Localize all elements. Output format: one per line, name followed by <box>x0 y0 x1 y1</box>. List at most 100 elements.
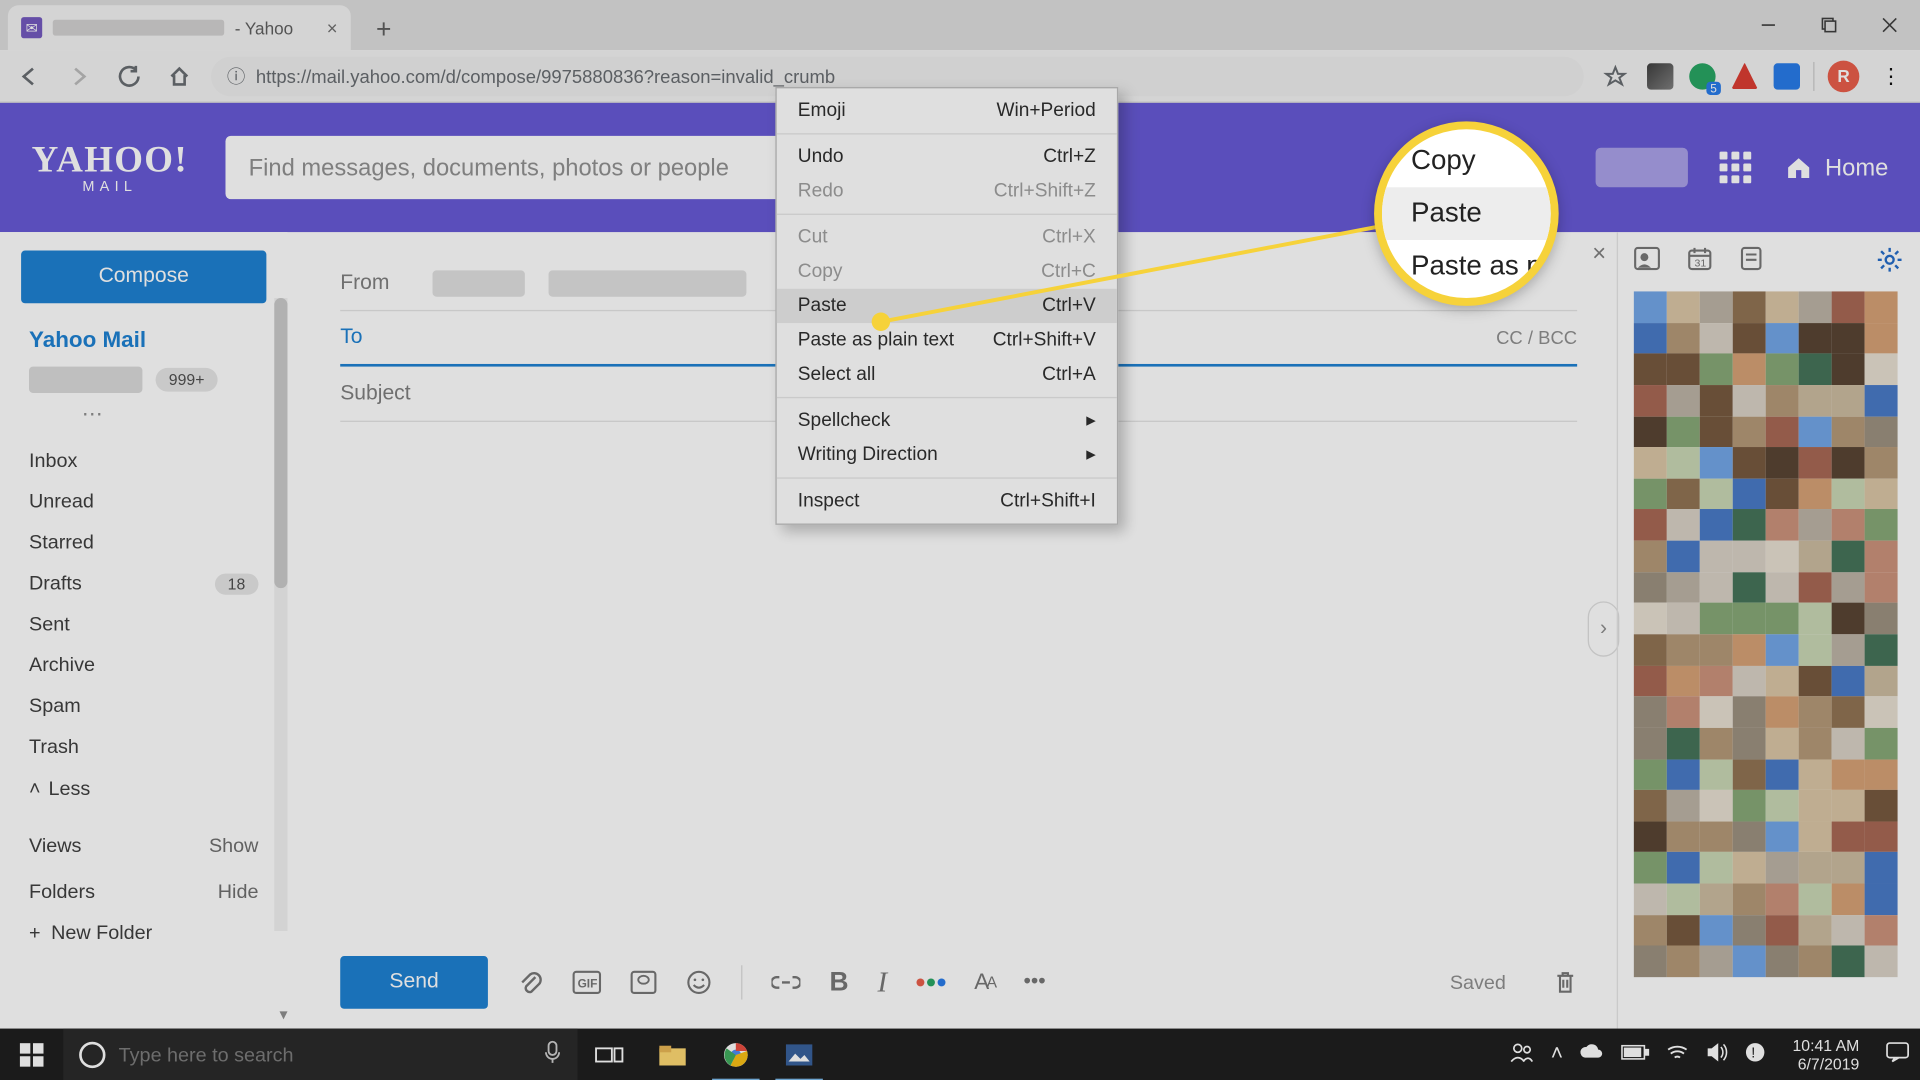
home-icon <box>1783 152 1815 184</box>
contacts-icon[interactable] <box>1634 247 1660 277</box>
mic-icon[interactable] <box>543 1040 561 1070</box>
maximize-button[interactable] <box>1799 0 1860 50</box>
sidebar: Compose Yahoo Mail 999+ ⋯ Inbox Unread S… <box>0 232 287 1028</box>
folder-inbox[interactable]: Inbox <box>29 440 258 481</box>
chrome-icon[interactable] <box>704 1029 767 1080</box>
cc-bcc-toggle[interactable]: CC / BCC <box>1496 327 1577 348</box>
account-more-icon[interactable]: ⋯ <box>82 401 259 427</box>
ad-image-redacted <box>1634 291 1898 977</box>
taskbar-search[interactable] <box>63 1029 577 1080</box>
chrome-menu-button[interactable]: ⋮ <box>1873 57 1910 94</box>
browser-tab[interactable]: ✉ - Yahoo × <box>8 5 351 50</box>
sidebar-scrollbar[interactable] <box>274 298 287 931</box>
send-button[interactable]: Send <box>340 956 488 1009</box>
browser-tabstrip: ✉ - Yahoo × + <box>0 0 1920 50</box>
bookmark-star-icon[interactable] <box>1597 57 1634 94</box>
emoji-icon[interactable] <box>686 969 712 995</box>
folders-hide[interactable]: Hide <box>218 881 259 903</box>
home-button[interactable] <box>161 57 198 94</box>
wifi-icon[interactable] <box>1666 1042 1690 1067</box>
calendar-icon[interactable]: 31 <box>1687 245 1713 278</box>
new-folder-button[interactable]: +New Folder <box>29 903 258 962</box>
start-button[interactable] <box>0 1029 63 1080</box>
expand-right-icon[interactable]: › <box>1588 601 1620 656</box>
close-compose-icon[interactable]: × <box>1592 240 1606 268</box>
photos-icon[interactable] <box>767 1029 830 1080</box>
task-view-icon[interactable] <box>578 1029 641 1080</box>
folder-sent[interactable]: Sent <box>29 604 258 645</box>
gif-icon[interactable]: GIF <box>572 971 601 995</box>
extension-icon[interactable] <box>1731 63 1757 89</box>
new-tab-button[interactable]: + <box>364 11 404 51</box>
tab-title-suffix: - Yahoo <box>235 18 293 38</box>
separator <box>741 965 742 999</box>
account-avatar-redacted[interactable] <box>1596 148 1688 188</box>
taskbar-clock[interactable]: 10:41 AM 6/7/2019 <box>1782 1036 1870 1073</box>
extension-icon[interactable] <box>1774 63 1800 89</box>
mail-favicon: ✉ <box>21 17 42 38</box>
folder-archive[interactable]: Archive <box>29 645 258 686</box>
apps-grid-icon[interactable] <box>1720 152 1752 184</box>
site-info-icon[interactable]: ⓘ <box>227 63 245 89</box>
plus-icon: + <box>29 922 41 944</box>
taskbar-search-input[interactable] <box>119 1044 530 1066</box>
italic-icon[interactable]: I <box>878 965 888 999</box>
context-menu-item[interactable]: Select allCtrl+A <box>777 357 1117 391</box>
back-button[interactable] <box>11 57 48 94</box>
attach-icon[interactable] <box>517 969 543 995</box>
folder-unread[interactable]: Unread <box>29 481 258 522</box>
bold-icon[interactable]: B <box>829 967 848 997</box>
folder-starred[interactable]: Starred <box>29 522 258 563</box>
from-redacted <box>433 270 525 296</box>
context-menu-item[interactable]: Writing Direction▸ <box>777 438 1117 472</box>
sidebar-account-title[interactable]: Yahoo Mail <box>29 327 258 353</box>
close-tab-icon[interactable]: × <box>327 17 338 38</box>
context-menu-item[interactable]: Spellcheck▸ <box>777 404 1117 438</box>
font-size-icon[interactable]: AA <box>974 969 994 995</box>
context-menu: EmojiWin+PeriodUndoCtrl+ZRedoCtrl+Shift+… <box>775 87 1118 525</box>
tray-chevron-icon[interactable]: ˄ <box>1551 1043 1563 1067</box>
notepad-icon[interactable] <box>1739 245 1763 278</box>
zoom-callout: Copy Paste Paste as p <box>1374 121 1559 306</box>
sidebar-expand-icon[interactable]: ▾ <box>280 1005 288 1023</box>
link-icon[interactable] <box>771 973 800 991</box>
extension-icon[interactable]: 5 <box>1689 63 1715 89</box>
reload-button[interactable] <box>111 57 148 94</box>
people-icon[interactable] <box>1509 1040 1535 1070</box>
context-menu-item[interactable]: UndoCtrl+Z <box>777 140 1117 174</box>
extensions-area: 5 <box>1647 63 1800 89</box>
close-window-button[interactable] <box>1859 0 1920 50</box>
discard-icon[interactable] <box>1553 969 1577 995</box>
extension-icon[interactable] <box>1647 63 1673 89</box>
profile-avatar[interactable]: R <box>1828 60 1860 92</box>
context-menu-item[interactable]: EmojiWin+Period <box>777 94 1117 128</box>
views-show[interactable]: Show <box>209 835 258 857</box>
window-controls <box>1738 0 1920 50</box>
collapse-less[interactable]: ˄Less <box>29 767 258 811</box>
from-redacted <box>549 270 747 296</box>
context-menu-item[interactable]: Paste as plain textCtrl+Shift+V <box>777 323 1117 357</box>
volume-icon[interactable] <box>1705 1041 1729 1069</box>
minimize-button[interactable] <box>1738 0 1799 50</box>
battery-icon[interactable] <box>1621 1043 1650 1067</box>
compose-button[interactable]: Compose <box>21 251 266 304</box>
context-menu-item[interactable]: PasteCtrl+V <box>777 289 1117 323</box>
yahoo-logo[interactable]: YAHOO! MAIL <box>32 140 188 195</box>
folder-spam[interactable]: Spam <box>29 686 258 727</box>
settings-gear-icon[interactable] <box>1875 245 1904 281</box>
folder-drafts[interactable]: Drafts18 <box>29 563 258 604</box>
stationery-icon[interactable] <box>630 971 656 995</box>
home-link[interactable]: Home <box>1783 152 1889 184</box>
forward-button[interactable] <box>61 57 98 94</box>
folders-header: Folders <box>29 881 95 903</box>
onedrive-icon[interactable] <box>1579 1042 1605 1067</box>
tab-title-redacted <box>53 20 224 36</box>
folder-trash[interactable]: Trash <box>29 727 258 768</box>
file-explorer-icon[interactable] <box>641 1029 704 1080</box>
sync-icon[interactable]: ! <box>1745 1041 1766 1069</box>
action-center-icon[interactable] <box>1886 1041 1910 1069</box>
text-color-icon[interactable] <box>916 978 945 986</box>
context-menu-item: CutCtrl+X <box>777 220 1117 254</box>
context-menu-item[interactable]: InspectCtrl+Shift+I <box>777 484 1117 518</box>
more-format-icon[interactable]: ••• <box>1023 971 1045 995</box>
